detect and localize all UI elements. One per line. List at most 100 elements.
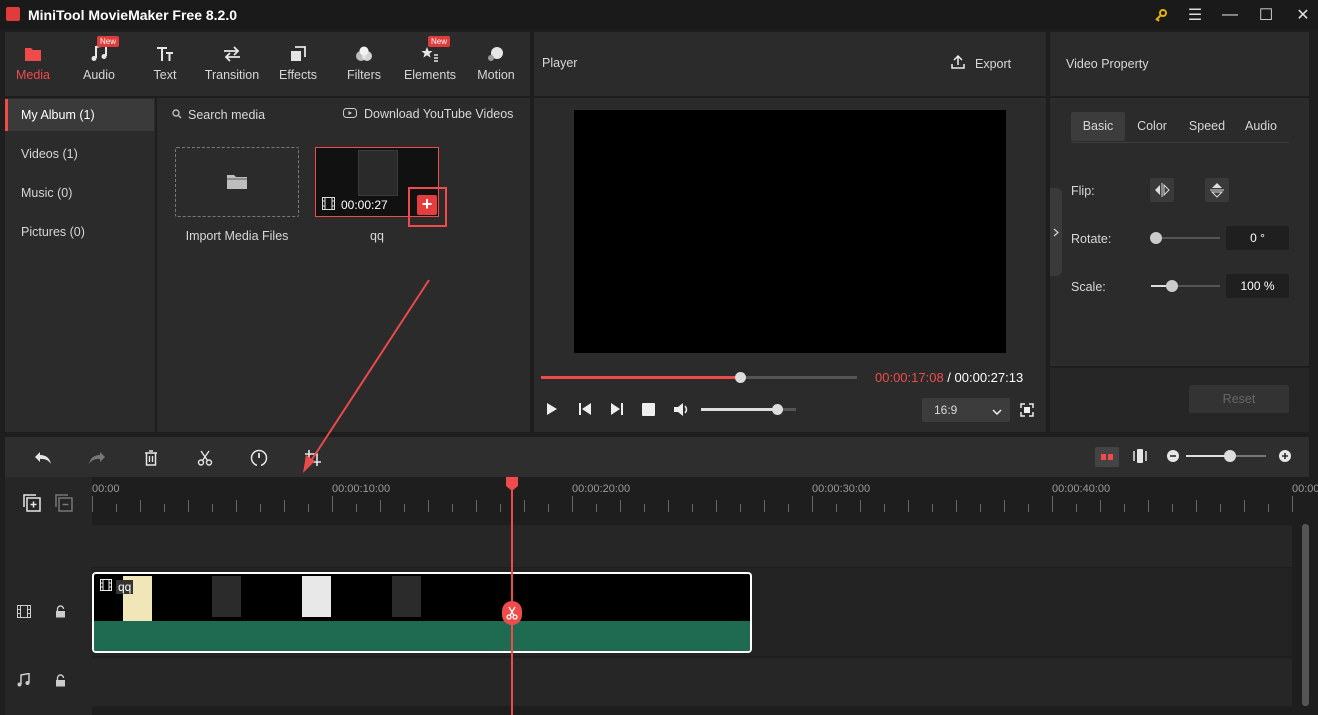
- flip-horizontal-icon[interactable]: [1150, 178, 1174, 202]
- delete-icon[interactable]: [140, 447, 162, 469]
- effects-icon: [265, 40, 331, 62]
- panel-collapse-toggle[interactable]: [1050, 188, 1062, 276]
- player-title: Player: [542, 56, 578, 70]
- lock-icon[interactable]: [55, 605, 66, 621]
- tabs-divider: [1071, 142, 1289, 143]
- volume-fill: [701, 408, 777, 411]
- download-youtube-label: Download YouTube Videos: [364, 106, 514, 121]
- download-youtube-button[interactable]: Download YouTube Videos: [343, 106, 513, 121]
- volume-icon[interactable]: [673, 402, 691, 420]
- ruler-label: 00:00:50: [1292, 483, 1318, 495]
- maximize-icon[interactable]: ☐: [1253, 4, 1279, 26]
- tab-color[interactable]: Color: [1125, 112, 1179, 141]
- sidebar-item-videos[interactable]: Videos (1): [5, 138, 154, 170]
- speed-icon[interactable]: [248, 447, 270, 469]
- empty-track: [92, 525, 1292, 567]
- scale-slider-handle[interactable]: [1166, 280, 1178, 292]
- player-progress-fill: [541, 376, 741, 379]
- rotate-value[interactable]: 0 °: [1226, 226, 1289, 250]
- flip-vertical-icon[interactable]: [1205, 178, 1229, 202]
- next-frame-icon[interactable]: [610, 402, 624, 419]
- toolbar-filters-label: Filters: [346, 68, 382, 82]
- ruler-label: 00:00:20:00: [572, 483, 631, 495]
- video-preview[interactable]: [574, 110, 1006, 353]
- elements-icon: New: [397, 36, 463, 62]
- toolbar-row: Media New Audio Text Transition Effects Filter…: [8, 0, 528, 96]
- ruler-label: 00:00:40:00: [1052, 483, 1111, 495]
- transition-icon: [199, 40, 265, 62]
- play-icon[interactable]: [545, 402, 559, 419]
- add-track-icon[interactable]: [23, 494, 41, 515]
- ruler-label: 00:00:30:00: [812, 483, 871, 495]
- tab-basic[interactable]: Basic: [1071, 112, 1125, 141]
- film-icon: [322, 197, 335, 213]
- import-media-button[interactable]: [175, 147, 299, 217]
- scale-label: Scale:: [1071, 280, 1106, 294]
- music-lock-icon[interactable]: [55, 674, 66, 690]
- playhead-handle[interactable]: [505, 477, 519, 491]
- toolbar-text[interactable]: Text: [132, 40, 198, 82]
- chevron-right-icon: [1053, 225, 1059, 240]
- fullscreen-icon[interactable]: [1020, 403, 1034, 420]
- toolbar-media[interactable]: Media: [0, 40, 66, 82]
- clip-audio-waveform: [94, 621, 750, 651]
- search-media[interactable]: Search media: [172, 107, 265, 122]
- key-icon[interactable]: [1148, 4, 1174, 26]
- previous-frame-icon[interactable]: [578, 402, 592, 419]
- volume-handle[interactable]: [772, 404, 783, 415]
- reset-button[interactable]: Reset: [1189, 385, 1289, 413]
- remove-track-icon[interactable]: [55, 494, 73, 515]
- zoom-slider-handle[interactable]: [1224, 450, 1236, 462]
- clip-frame: [302, 576, 331, 617]
- youtube-icon: [343, 106, 357, 121]
- stop-icon[interactable]: [642, 403, 655, 416]
- total-time: 00:00:27:13: [954, 370, 1024, 385]
- zoom-out-icon[interactable]: [1166, 449, 1180, 466]
- snap-icon[interactable]: [1095, 447, 1119, 467]
- clip-label: qq: [100, 579, 134, 594]
- menu-icon[interactable]: ☰: [1182, 4, 1208, 26]
- scale-value[interactable]: 100 %: [1226, 274, 1289, 298]
- tab-speed[interactable]: Speed: [1180, 112, 1234, 141]
- undo-icon[interactable]: [32, 447, 54, 469]
- sidebar-item-pictures[interactable]: Pictures (0): [5, 216, 154, 248]
- filters-icon: [331, 40, 397, 62]
- toolbar-media-label: Media: [15, 68, 51, 82]
- new-badge: New: [428, 36, 451, 47]
- toolbar-motion[interactable]: Motion: [463, 40, 529, 82]
- toolbar-transition[interactable]: Transition: [199, 40, 265, 82]
- split-icon[interactable]: [194, 447, 216, 469]
- property-title: Video Property: [1066, 57, 1149, 71]
- add-to-timeline-button[interactable]: +: [417, 195, 437, 215]
- timeline-clip[interactable]: qq: [92, 572, 752, 653]
- music-track: [92, 658, 1292, 706]
- sidebar-item-my[interactable]: My Album (1): [5, 99, 154, 131]
- rotate-slider-handle[interactable]: [1150, 232, 1162, 244]
- minimize-icon[interactable]: —: [1217, 4, 1243, 26]
- timeline-scrollbar[interactable]: [1302, 524, 1309, 706]
- toolbar-effects[interactable]: Effects: [265, 40, 331, 82]
- zoom-in-icon[interactable]: [1278, 449, 1292, 466]
- toolbar-audio-label: Audio: [83, 68, 115, 82]
- toolbar-audio[interactable]: New Audio: [66, 36, 132, 82]
- playhead-line[interactable]: [511, 480, 513, 715]
- ruler-label: 00:00:10:00: [332, 483, 391, 495]
- music-track-icon: [17, 672, 30, 690]
- toolbar-elements[interactable]: New Elements: [397, 36, 463, 82]
- timeline-clip-name: qq: [116, 579, 134, 594]
- toolbar-transition-label: Transition: [204, 68, 260, 82]
- close-icon[interactable]: ✕: [1290, 4, 1316, 26]
- redo-icon[interactable]: [86, 447, 108, 469]
- player-progress-handle[interactable]: [735, 372, 747, 383]
- export-button[interactable]: Export: [950, 54, 1011, 73]
- toolbar-filters[interactable]: Filters: [331, 40, 397, 82]
- scissors-icon[interactable]: [502, 601, 522, 625]
- clip-frame: [212, 576, 241, 617]
- import-media-label: Import Media Files: [185, 229, 289, 243]
- sidebar-item-music[interactable]: Music (0): [5, 177, 154, 209]
- tab-audio[interactable]: Audio: [1234, 112, 1288, 141]
- new-badge: New: [97, 36, 120, 47]
- fit-timeline-icon[interactable]: [1132, 448, 1148, 467]
- aspect-ratio-select[interactable]: 16:9: [922, 398, 1010, 422]
- export-label: Export: [975, 56, 1012, 71]
